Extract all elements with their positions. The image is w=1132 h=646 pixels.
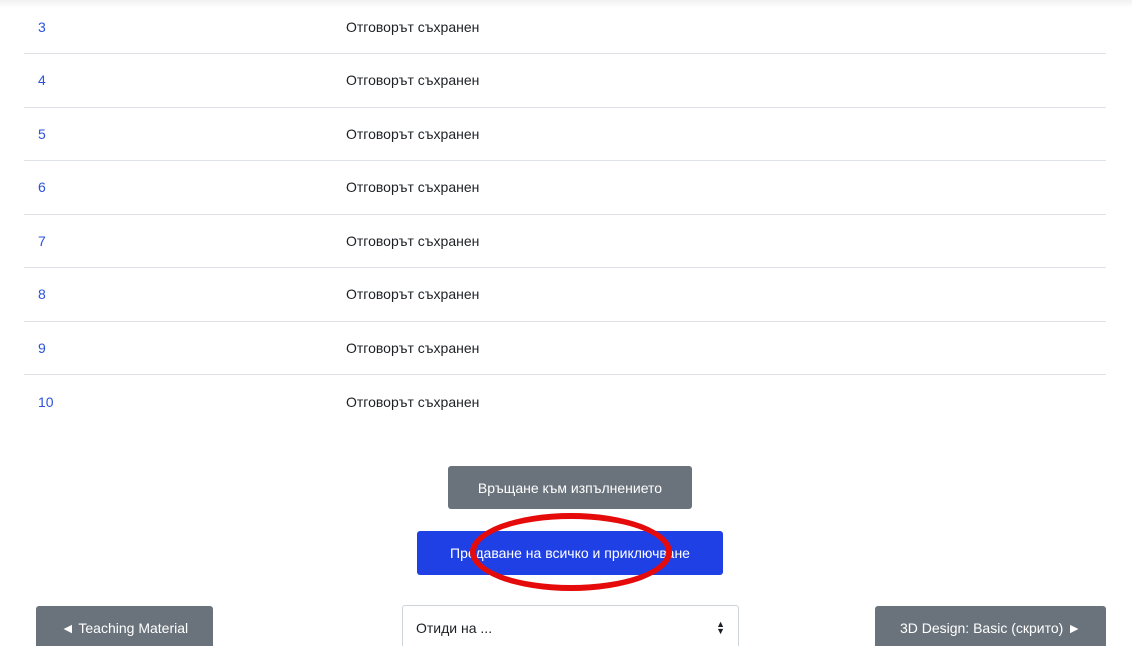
question-link[interactable]: 4: [38, 72, 46, 88]
table-row: 6 Отговорът съхранен: [24, 161, 1106, 215]
question-status: Отговорът съхранен: [346, 339, 480, 356]
question-link[interactable]: 9: [38, 340, 46, 356]
question-status: Отговорът съхранен: [346, 286, 480, 303]
question-status: Отговорът съхранен: [346, 125, 480, 142]
question-link[interactable]: 10: [38, 394, 54, 410]
question-link[interactable]: 3: [38, 19, 46, 35]
return-to-attempt-button[interactable]: Връщане към изпълнението: [448, 466, 692, 509]
table-row: 7 Отговорът съхранен: [24, 215, 1106, 268]
question-status: Отговорът съхранен: [346, 179, 480, 196]
submit-all-and-finish-button[interactable]: Предаване на всичко и приключване: [417, 531, 723, 575]
attempt-summary-table: 3 Отговорът съхранен 4 Отговорът съхране…: [24, 0, 1106, 429]
question-link[interactable]: 5: [38, 126, 46, 142]
jump-select-label: Отиди на ...: [416, 619, 493, 636]
table-row: 8 Отговорът съхранен: [24, 268, 1106, 322]
table-row: 5 Отговорът съхранен: [24, 108, 1106, 161]
question-status: Отговорът съхранен: [346, 72, 480, 89]
question-status: Отговорът съхранен: [346, 232, 480, 249]
next-activity-button[interactable]: 3D Design: Basic (скрито) ►: [875, 606, 1106, 646]
table-row: 3 Отговорът съхранен: [24, 0, 1106, 54]
question-link[interactable]: 7: [38, 233, 46, 249]
quiz-summary-page: 3 Отговорът съхранен 4 Отговорът съхране…: [0, 0, 1132, 646]
question-status: Отговорът съхранен: [346, 18, 480, 35]
question-link[interactable]: 8: [38, 286, 46, 302]
table-row: 10 Отговорът съхранен: [24, 375, 1106, 429]
select-arrows-icon: ▲ ▼: [716, 618, 725, 636]
table-row: 9 Отговорът съхранен: [24, 322, 1106, 375]
question-link[interactable]: 6: [38, 179, 46, 195]
table-row: 4 Отговорът съхранен: [24, 54, 1106, 108]
previous-activity-button[interactable]: ◄ Teaching Material: [36, 606, 213, 646]
jump-to-activity-select[interactable]: Отиди на ... ▲ ▼: [402, 605, 739, 646]
question-status: Отговорът съхранен: [346, 393, 480, 410]
